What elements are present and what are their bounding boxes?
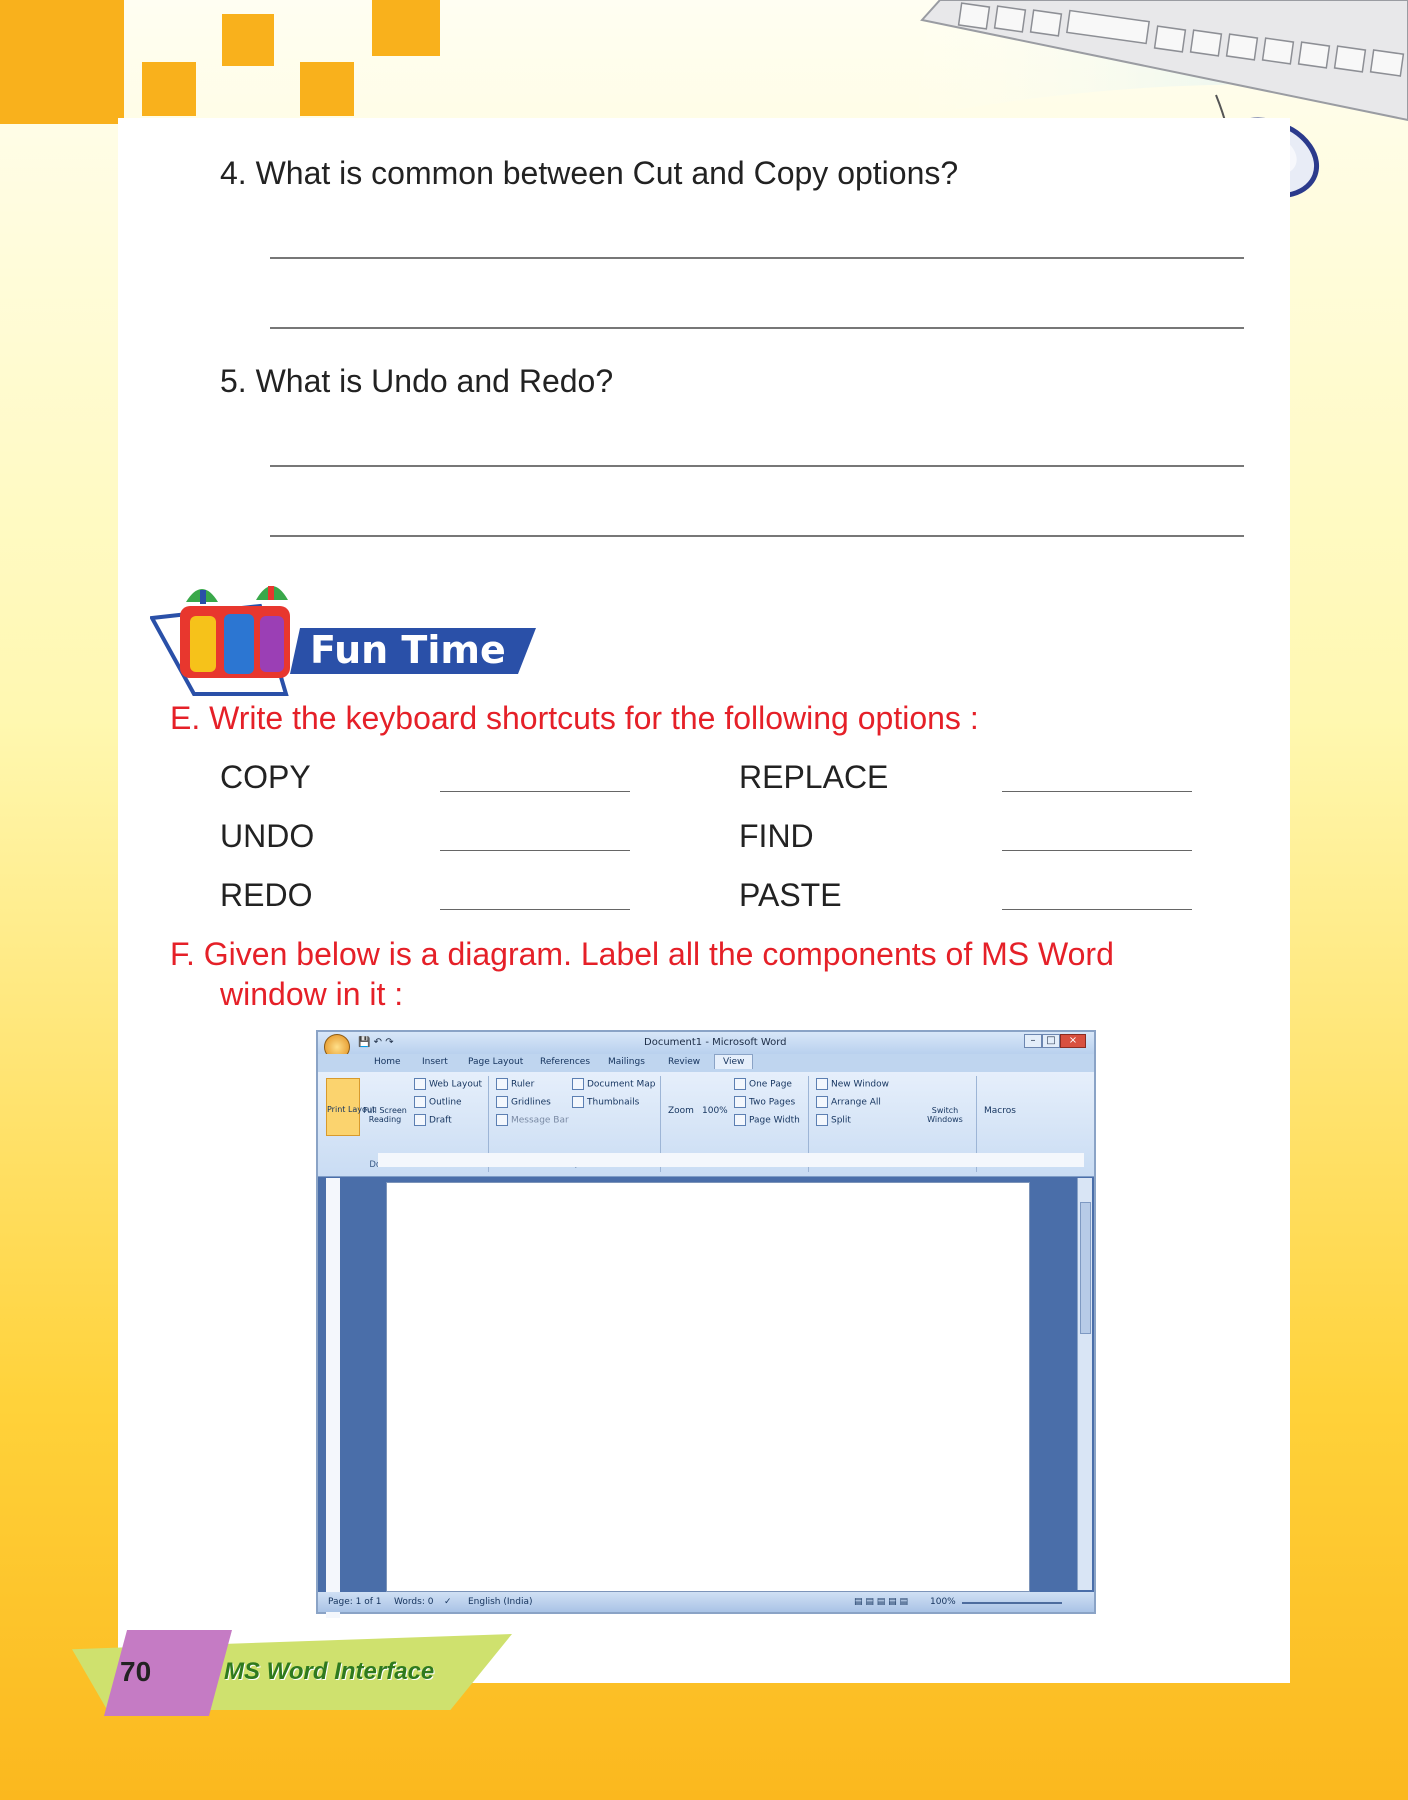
shortcut-label-find: FIND bbox=[739, 818, 814, 854]
title-bar: 💾 ↶ ↷ Document1 - Microsoft Word – □ × bbox=[318, 1032, 1094, 1060]
bouncy-castle-icon bbox=[180, 586, 290, 678]
shortcut-label-replace: REPLACE bbox=[739, 759, 889, 795]
tab-review[interactable]: Review bbox=[668, 1057, 700, 1067]
vertical-scrollbar[interactable] bbox=[1077, 1178, 1092, 1590]
section-f-heading-cont: window in it : bbox=[220, 976, 404, 1012]
shortcut-answer-line[interactable] bbox=[1002, 909, 1192, 910]
ribbon-tabs: Home Insert Page Layout References Maili… bbox=[318, 1054, 1094, 1072]
decor-square bbox=[372, 0, 440, 56]
view-buttons[interactable]: ▤ ▤ ▤ ▤ ▤ bbox=[854, 1597, 908, 1607]
macros-button[interactable]: Macros bbox=[984, 1106, 1016, 1116]
fun-time-badge bbox=[150, 586, 536, 696]
tab-page-layout[interactable]: Page Layout bbox=[468, 1057, 523, 1067]
checkbox-icon bbox=[496, 1114, 508, 1126]
scroll-thumb[interactable] bbox=[1080, 1202, 1091, 1334]
window-title: Document1 - Microsoft Word bbox=[644, 1037, 787, 1048]
shortcut-answer-line[interactable] bbox=[440, 909, 630, 910]
minimize-icon[interactable]: – bbox=[1024, 1034, 1042, 1048]
zoom-slider[interactable] bbox=[962, 1602, 1062, 1604]
draft-icon bbox=[414, 1114, 426, 1126]
ms-word-window-diagram: 💾 ↶ ↷ Document1 - Microsoft Word – □ × Hom… bbox=[316, 1030, 1096, 1618]
thumbnails-checkbox[interactable]: Thumbnails bbox=[572, 1096, 639, 1108]
new-window-button[interactable]: New Window bbox=[816, 1078, 889, 1090]
chapter-title: MS Word Interface bbox=[224, 1658, 435, 1685]
outline-button[interactable]: Outline bbox=[414, 1096, 462, 1108]
section-f-heading: F. Given below is a diagram. Label all t… bbox=[170, 936, 1114, 972]
zoom-100-button[interactable]: 100% bbox=[702, 1106, 728, 1116]
checkbox-checked-icon bbox=[496, 1078, 508, 1090]
decor-square bbox=[300, 62, 354, 116]
message-bar-checkbox[interactable]: Message Bar bbox=[496, 1114, 569, 1126]
shortcut-label-redo: REDO bbox=[220, 877, 313, 913]
one-page-button[interactable]: One Page bbox=[734, 1078, 792, 1090]
two-pages-icon bbox=[734, 1096, 746, 1108]
quick-access-toolbar[interactable]: 💾 ↶ ↷ bbox=[358, 1037, 394, 1048]
ruler-checkbox[interactable]: Ruler bbox=[496, 1078, 534, 1090]
document-map-checkbox[interactable]: Document Map bbox=[572, 1078, 655, 1090]
section-e-heading: E. Write the keyboard shortcuts for the … bbox=[170, 700, 979, 736]
page-width-icon bbox=[734, 1114, 746, 1126]
question-5: 5. What is Undo and Redo? bbox=[220, 363, 614, 399]
window-controls[interactable]: – □ × bbox=[1024, 1034, 1086, 1048]
checkbox-icon bbox=[572, 1078, 584, 1090]
language: English (India) bbox=[468, 1597, 533, 1607]
answer-line[interactable] bbox=[270, 327, 1244, 329]
outline-icon bbox=[414, 1096, 426, 1108]
corner-block bbox=[0, 0, 124, 124]
shortcut-answer-line[interactable] bbox=[440, 850, 630, 851]
document-page[interactable] bbox=[386, 1182, 1030, 1592]
decor-square bbox=[222, 14, 274, 66]
shortcut-answer-line[interactable] bbox=[440, 791, 630, 792]
split-button[interactable]: Split bbox=[816, 1114, 851, 1126]
zoom-level: 100% bbox=[930, 1597, 956, 1607]
web-layout-button[interactable]: Web Layout bbox=[414, 1078, 482, 1090]
close-icon[interactable]: × bbox=[1060, 1034, 1086, 1048]
maximize-icon[interactable]: □ bbox=[1042, 1034, 1060, 1048]
answer-line[interactable] bbox=[270, 465, 1244, 467]
tab-mailings[interactable]: Mailings bbox=[608, 1057, 645, 1067]
print-layout-button[interactable]: Print Layout bbox=[326, 1078, 375, 1136]
web-layout-icon bbox=[414, 1078, 426, 1090]
gridlines-checkbox[interactable]: Gridlines bbox=[496, 1096, 551, 1108]
answer-line[interactable] bbox=[270, 257, 1244, 259]
fun-time-label: Fun Time bbox=[310, 628, 506, 672]
shortcut-label-undo: UNDO bbox=[220, 818, 315, 854]
full-screen-reading-button[interactable]: Full Screen Reading bbox=[362, 1106, 408, 1124]
shortcut-label-copy: COPY bbox=[220, 759, 311, 795]
word-count: Words: 0 bbox=[394, 1597, 434, 1607]
status-bar: Page: 1 of 1 Words: 0 ✓ English (India) … bbox=[318, 1592, 1094, 1612]
shortcut-label-paste: PASTE bbox=[739, 877, 842, 913]
page-count: Page: 1 of 1 bbox=[328, 1597, 382, 1607]
checkbox-icon bbox=[572, 1096, 584, 1108]
proofing-icon[interactable]: ✓ bbox=[444, 1597, 452, 1607]
tab-insert[interactable]: Insert bbox=[422, 1057, 448, 1067]
split-icon bbox=[816, 1114, 828, 1126]
zoom-button[interactable]: Zoom bbox=[668, 1106, 694, 1116]
tab-view[interactable]: View bbox=[714, 1054, 754, 1069]
shortcut-answer-line[interactable] bbox=[1002, 850, 1192, 851]
one-page-icon bbox=[734, 1078, 746, 1090]
page-number: 70 bbox=[120, 1656, 152, 1687]
checkbox-icon bbox=[496, 1096, 508, 1108]
vertical-ruler[interactable] bbox=[326, 1178, 340, 1618]
two-pages-button[interactable]: Two Pages bbox=[734, 1096, 795, 1108]
decor-square bbox=[142, 62, 196, 116]
draft-button[interactable]: Draft bbox=[414, 1114, 452, 1126]
answer-line[interactable] bbox=[270, 535, 1244, 537]
tab-home[interactable]: Home bbox=[374, 1057, 401, 1067]
arrange-all-button[interactable]: Arrange All bbox=[816, 1096, 881, 1108]
tab-references[interactable]: References bbox=[540, 1057, 590, 1067]
switch-windows-button[interactable]: Switch Windows bbox=[920, 1106, 970, 1124]
arrange-all-icon bbox=[816, 1096, 828, 1108]
question-4: 4. What is common between Cut and Copy o… bbox=[220, 155, 959, 191]
page-width-button[interactable]: Page Width bbox=[734, 1114, 800, 1126]
new-window-icon bbox=[816, 1078, 828, 1090]
shortcut-answer-line[interactable] bbox=[1002, 791, 1192, 792]
horizontal-ruler[interactable] bbox=[378, 1153, 1084, 1167]
